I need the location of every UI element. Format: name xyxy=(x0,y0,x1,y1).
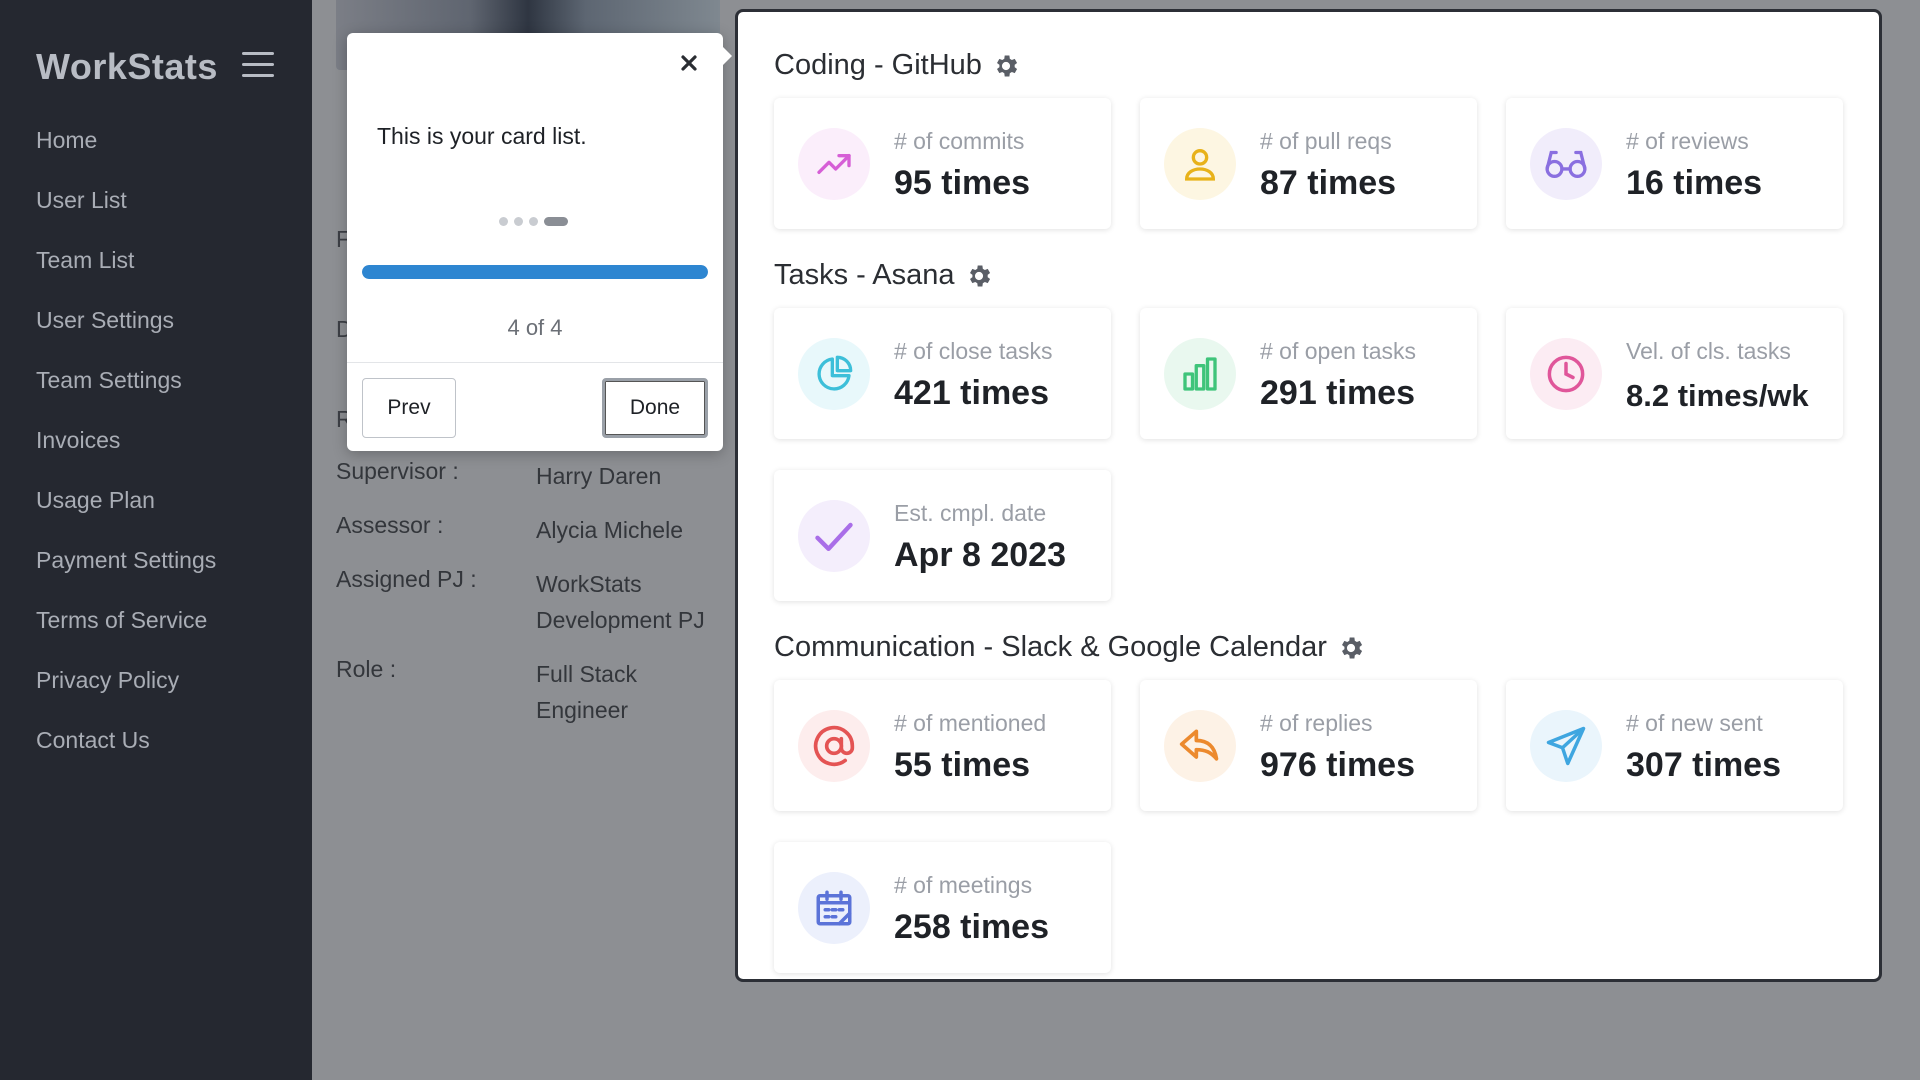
done-button[interactable]: Done xyxy=(602,378,708,438)
card-reviews[interactable]: # of reviews 16 times xyxy=(1506,98,1843,229)
tour-step-dot[interactable] xyxy=(529,217,538,226)
card-label: # of mentioned xyxy=(894,710,1047,736)
sidebar-item-user-list[interactable]: User List xyxy=(36,182,216,242)
card-value: 258 times xyxy=(894,908,1049,946)
at-sign-icon xyxy=(798,710,870,782)
section-title-tasks: Tasks - Asana xyxy=(774,259,993,292)
gear-icon[interactable] xyxy=(992,52,1020,80)
section-title-text: Tasks - Asana xyxy=(774,259,955,291)
card-open-tasks[interactable]: # of open tasks 291 times xyxy=(1140,308,1477,439)
tour-step-dot[interactable] xyxy=(514,217,523,226)
user-icon xyxy=(1164,128,1236,200)
profile-label: Supervisor : xyxy=(336,458,459,484)
card-replies[interactable]: # of replies 976 times xyxy=(1140,680,1477,811)
sidebar-item-team-list[interactable]: Team List xyxy=(36,242,216,302)
card-velocity[interactable]: Vel. of cls. tasks 8.2 times/wk xyxy=(1506,308,1843,439)
sidebar-item-privacy-policy[interactable]: Privacy Policy xyxy=(36,662,216,722)
profile-label: Role : xyxy=(336,656,397,682)
tour-progress-fill xyxy=(362,265,708,279)
sidebar-item-invoices[interactable]: Invoices xyxy=(36,422,216,482)
section-title-text: Coding - GitHub xyxy=(774,49,982,81)
card-label: # of new sent xyxy=(1626,710,1763,736)
profile-value: Alycia Michele xyxy=(536,517,683,543)
card-meetings[interactable]: # of meetings 258 times xyxy=(774,842,1111,973)
pie-chart-icon xyxy=(798,338,870,410)
card-close-tasks[interactable]: # of close tasks 421 times xyxy=(774,308,1111,439)
card-value: 307 times xyxy=(1626,746,1781,784)
tour-step-dot-active[interactable] xyxy=(544,217,568,226)
sidebar-item-terms-of-service[interactable]: Terms of Service xyxy=(36,602,216,662)
card-value: 976 times xyxy=(1260,746,1415,784)
sidebar-item-payment-settings[interactable]: Payment Settings xyxy=(36,542,216,602)
card-label: # of reviews xyxy=(1626,128,1749,154)
hamburger-menu-icon[interactable] xyxy=(242,52,274,80)
profile-value: Harry Daren xyxy=(536,463,662,489)
section-title-text: Communication - Slack & Google Calendar xyxy=(774,631,1327,663)
tour-popover: This is your card list. 4 of 4 Prev Done xyxy=(347,33,732,451)
sidebar-item-contact-us[interactable]: Contact Us xyxy=(36,722,216,782)
card-label: Vel. of cls. tasks xyxy=(1626,338,1791,364)
card-value: Apr 8 2023 xyxy=(894,536,1066,574)
card-mentioned[interactable]: # of mentioned 55 times xyxy=(774,680,1111,811)
card-label: # of commits xyxy=(894,128,1025,154)
profile-label: Assessor : xyxy=(336,512,444,538)
card-value: 291 times xyxy=(1260,374,1415,412)
clock-icon xyxy=(1530,338,1602,410)
card-est-completion[interactable]: Est. cmpl. date Apr 8 2023 xyxy=(774,470,1111,601)
card-value: 8.2 times/wk xyxy=(1626,378,1809,413)
profile-value: WorkStats Development PJ xyxy=(536,571,705,633)
card-label: # of meetings xyxy=(894,872,1033,898)
tour-step-dots xyxy=(499,217,568,226)
card-value: 16 times xyxy=(1626,164,1763,202)
card-commits[interactable]: # of commits 95 times xyxy=(774,98,1111,229)
calendar-icon xyxy=(798,872,870,944)
reply-icon xyxy=(1164,710,1236,782)
glasses-icon xyxy=(1530,128,1602,200)
send-icon xyxy=(1530,710,1602,782)
tour-step-counter: 4 of 4 xyxy=(507,315,563,340)
profile-label: Assigned PJ : xyxy=(336,566,477,592)
card-label: # of pull reqs xyxy=(1260,128,1392,154)
prev-button[interactable]: Prev xyxy=(362,378,456,438)
tour-progress-bar xyxy=(362,265,708,279)
card-value: 421 times xyxy=(894,374,1049,412)
card-label: # of replies xyxy=(1260,710,1373,736)
sidebar-item-home[interactable]: Home xyxy=(36,122,216,182)
sidebar-item-team-settings[interactable]: Team Settings xyxy=(36,362,216,422)
section-title-communication: Communication - Slack & Google Calendar xyxy=(774,631,1365,664)
card-label: # of open tasks xyxy=(1260,338,1416,364)
section-title-coding: Coding - GitHub xyxy=(774,49,1020,82)
brand-logo[interactable]: WorkStats xyxy=(36,46,218,88)
tour-message: This is your card list. xyxy=(377,123,587,149)
gear-icon[interactable] xyxy=(1337,634,1365,662)
card-list-panel: Coding - GitHub # of commits 95 times # … xyxy=(735,9,1882,982)
sidebar: WorkStats Home User List Team List User … xyxy=(0,0,312,1080)
card-value: 55 times xyxy=(894,746,1031,784)
sidebar-nav: Home User List Team List User Settings T… xyxy=(36,122,216,782)
card-pull-reqs[interactable]: # of pull reqs 87 times xyxy=(1140,98,1477,229)
close-icon[interactable] xyxy=(677,51,701,75)
profile-value: Full Stack Engineer xyxy=(536,661,637,723)
tour-step-dot[interactable] xyxy=(499,217,508,226)
check-icon xyxy=(798,500,870,572)
card-label: Est. cmpl. date xyxy=(894,500,1047,526)
card-value: 95 times xyxy=(894,164,1031,202)
sidebar-item-usage-plan[interactable]: Usage Plan xyxy=(36,482,216,542)
divider xyxy=(347,362,723,363)
sidebar-item-user-settings[interactable]: User Settings xyxy=(36,302,216,362)
bar-chart-icon xyxy=(1164,338,1236,410)
card-new-sent[interactable]: # of new sent 307 times xyxy=(1506,680,1843,811)
gear-icon[interactable] xyxy=(965,262,993,290)
card-value: 87 times xyxy=(1260,164,1397,202)
trending-up-icon xyxy=(798,128,870,200)
card-label: # of close tasks xyxy=(894,338,1053,364)
